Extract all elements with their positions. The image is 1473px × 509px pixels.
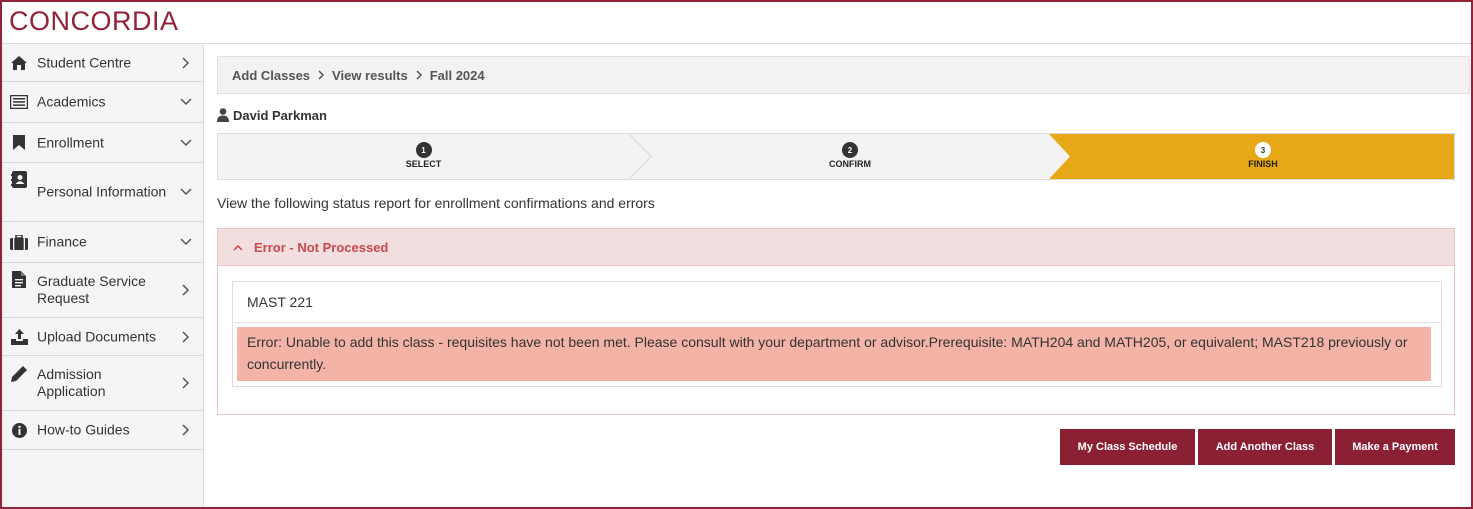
sidebar-item-label: Personal Information [37,183,167,200]
chevron-down-icon [180,188,192,196]
sidebar-item-graduate-service-request[interactable]: Graduate Service Request [2,263,203,318]
pencil-icon [10,365,28,383]
error-message: Error: Unable to add this class - requis… [237,327,1431,381]
briefcase-icon [10,233,28,251]
top-bar: CONCORDIA [0,0,1473,44]
step-finish: 3 FINISH [1058,134,1468,179]
sidebar-item-enrollment[interactable]: Enrollment [2,123,203,163]
home-icon [10,54,28,72]
step-number: 1 [415,142,432,158]
chevron-right-icon [182,424,190,436]
status-intro-text: View the following status report for enr… [217,195,655,211]
student-name: David Parkman [233,107,327,123]
sidebar-item-label: Admission Application [37,366,106,399]
breadcrumb-add-classes[interactable]: Add Classes [232,68,310,83]
sidebar-item-admission-application[interactable]: Admission Application [2,356,203,411]
sidebar-item-personal-information[interactable]: Personal Information [2,163,203,222]
chevron-down-icon [180,138,192,146]
sidebar-item-label: Upload Documents [37,328,157,344]
course-code: MAST 221 [233,282,1441,323]
info-icon [10,421,28,439]
error-course-box: MAST 221 Error: Unable to add this class… [232,281,1442,387]
step-label: FINISH [1248,159,1278,169]
sidebar-item-label: Academics [37,93,106,110]
breadcrumb-term: Fall 2024 [429,67,485,83]
sidebar-item-label: Enrollment [37,134,104,150]
chevron-down-icon [180,238,192,246]
error-panel-title: Error - Not Processed [254,239,389,255]
chevron-up-icon [233,244,243,251]
progress-steps: 1 SELECT 2 CONFIRM 3 FINISH [217,133,1455,180]
sidebar-item-label: How-to Guides [37,421,130,438]
step-number: 3 [1255,142,1271,158]
user-icon [217,108,229,122]
my-class-schedule-button[interactable]: My Class Schedule [1060,429,1195,465]
chevron-right-icon [182,377,190,389]
contact-book-icon [10,170,28,188]
chevron-down-icon [180,98,192,106]
breadcrumb-view-results[interactable]: View results [332,68,408,83]
add-another-class-button[interactable]: Add Another Class [1198,429,1332,465]
student-name-row: David Parkman [217,102,327,128]
upload-icon [10,328,28,346]
sidebar-item-finance[interactable]: Finance [2,222,203,263]
bookmark-icon [10,134,28,152]
sidebar-item-label: Student Centre [37,54,132,70]
step-label: SELECT [405,159,442,169]
chevron-right-icon [318,70,325,80]
step-confirm: 2 CONFIRM [644,134,1056,179]
breadcrumb: Add Classes View results Fall 2024 [217,56,1470,94]
step-label: CONFIRM [829,159,871,169]
sidebar-item-how-to-guides[interactable]: How-to Guides [2,411,203,450]
document-icon [10,270,28,288]
list-icon [10,93,28,111]
sidebar-item-student-centre[interactable]: Student Centre [2,44,203,82]
step-select: 1 SELECT [218,134,629,179]
error-panel-header[interactable]: Error - Not Processed [218,229,1454,266]
sidebar-item-academics[interactable]: Academics [2,82,203,123]
make-a-payment-button[interactable]: Make a Payment [1335,429,1455,465]
sidebar-item-label: Graduate Service Request [37,273,146,306]
sidebar-item-label: Finance [37,233,87,250]
chevron-right-icon [182,330,190,343]
chevron-right-icon [416,70,422,80]
chevron-right-icon [182,284,190,296]
concordia-logo[interactable]: CONCORDIA [9,6,179,37]
chevron-right-icon [182,56,190,69]
sidebar-item-upload-documents[interactable]: Upload Documents [2,318,203,356]
sidebar: Student Centre Academics Enrollment Pers… [2,44,204,507]
error-panel: Error - Not Processed MAST 221 Error: Un… [217,228,1455,415]
step-number: 2 [842,142,858,158]
